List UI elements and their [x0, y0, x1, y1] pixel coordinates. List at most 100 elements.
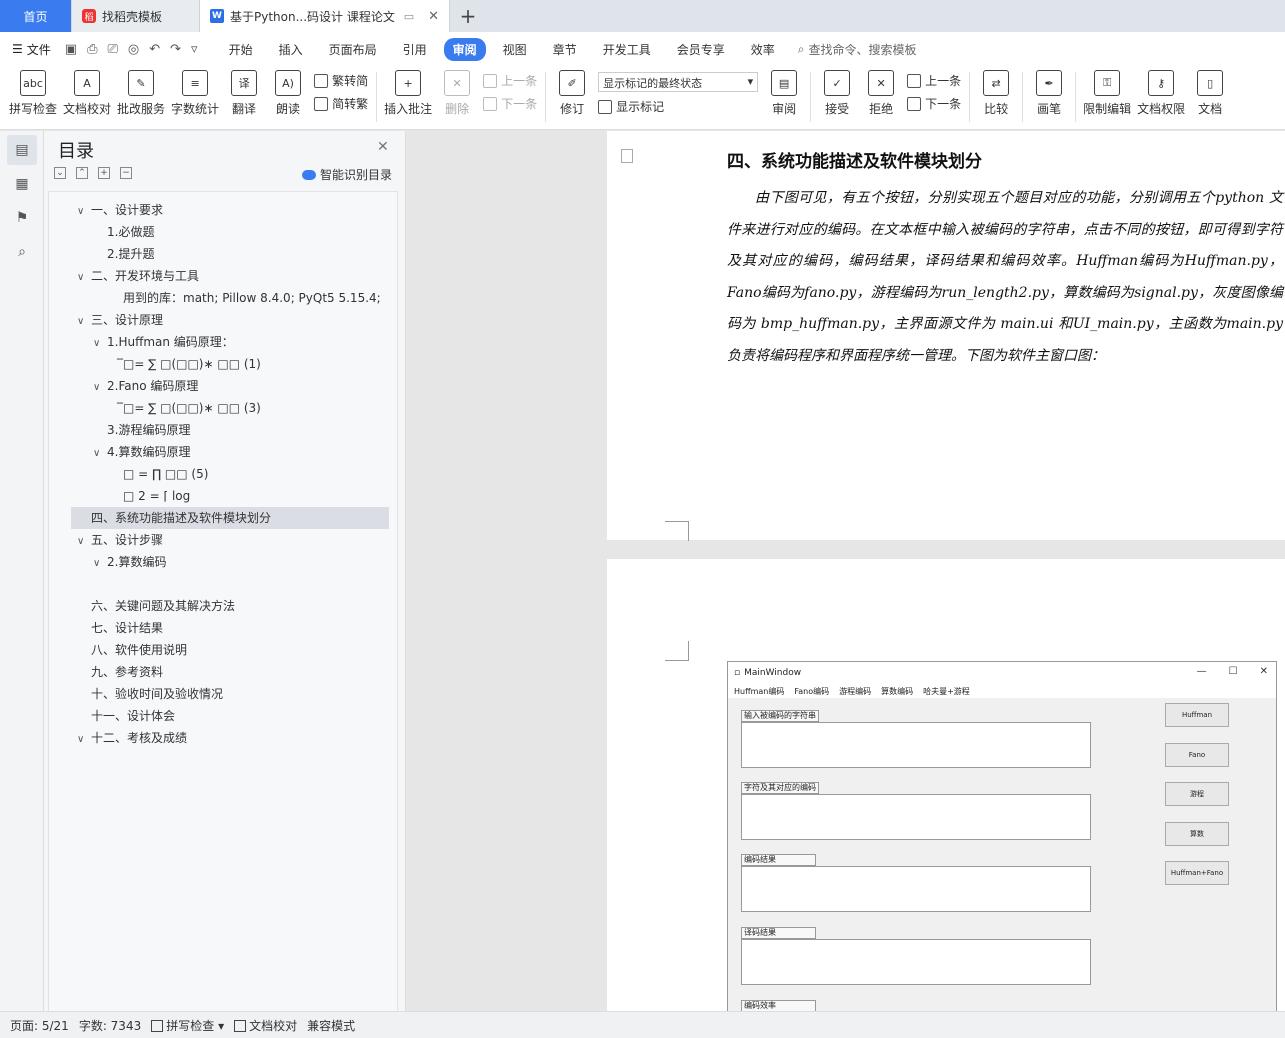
- menu-efficiency[interactable]: 效率: [742, 38, 784, 61]
- document-page[interactable]: ▫ MainWindow — ☐ ✕ Huffman编码 Fano编码 游程编码…: [607, 559, 1285, 1011]
- toc-item[interactable]: ∨ 2.Fano 编码原理: [93, 375, 198, 397]
- toc-item[interactable]: ∨ 五、设计步骤: [77, 529, 163, 551]
- simp-to-trad-button[interactable]: 简转繁: [314, 95, 368, 112]
- command-search[interactable]: ⌕ 查找命令、搜索模板: [798, 41, 917, 58]
- trad-to-simp-button[interactable]: 繁转简: [314, 72, 368, 89]
- close-tab-icon[interactable]: ✕: [428, 9, 439, 24]
- menu-review[interactable]: 审阅: [443, 37, 486, 61]
- read-aloud-button[interactable]: A) 朗读: [266, 66, 310, 117]
- export-icon[interactable]: ⎙: [87, 42, 97, 57]
- add-icon[interactable]: +: [98, 167, 110, 179]
- menu-start[interactable]: 开始: [220, 38, 262, 61]
- doc-permission-button[interactable]: ⚷ 文档权限: [1134, 66, 1188, 117]
- collapse-all-icon[interactable]: ⌄: [54, 167, 66, 179]
- new-tab-button[interactable]: +: [450, 0, 486, 32]
- embedded-screenshot[interactable]: ▫ MainWindow — ☐ ✕ Huffman编码 Fano编码 游程编码…: [727, 661, 1277, 1011]
- redo-icon[interactable]: ↷: [170, 42, 181, 57]
- review-pane-button[interactable]: ▤ 审阅: [762, 66, 806, 117]
- toc-item-selected[interactable]: 四、系统功能描述及软件模块划分: [71, 507, 389, 529]
- prev-change-button[interactable]: 上一条: [907, 72, 961, 89]
- pin-icon[interactable]: ▭: [404, 10, 414, 23]
- tab-template[interactable]: 稻 找稻壳模板: [72, 0, 200, 32]
- page-indicator[interactable]: 页面: 5/21: [10, 1017, 69, 1034]
- spell-check-toggle[interactable]: 拼写检查 ▾: [151, 1017, 224, 1034]
- toc-item[interactable]: ∨ 十二、考核及成绩: [77, 727, 187, 749]
- toc-item-label: 二、开发环境与工具: [91, 269, 200, 283]
- word-count[interactable]: 字数: 7343: [79, 1017, 141, 1034]
- toc-item[interactable]: 2.提升题: [107, 243, 154, 265]
- menu-layout[interactable]: 页面布局: [320, 38, 386, 61]
- restrict-edit-button[interactable]: ⚿ 限制编辑: [1080, 66, 1134, 117]
- screenshot-textbox: [741, 794, 1091, 840]
- save-icon[interactable]: ▣: [65, 42, 77, 57]
- spell-check-button[interactable]: abc 拼写检查: [6, 66, 60, 117]
- menu-chapter[interactable]: 章节: [544, 38, 586, 61]
- toc-item[interactable]: ∨ 三、设计原理: [77, 309, 163, 331]
- toc-item[interactable]: 十一、设计体会: [91, 705, 175, 727]
- screenshot-menu-item: 算数编码: [881, 686, 914, 696]
- toc-item[interactable]: ∨ 1.Huffman 编码原理：: [93, 331, 234, 353]
- review-service-button[interactable]: ✎ 批改服务: [114, 66, 168, 117]
- accept-button[interactable]: ✓ 接受: [815, 66, 859, 117]
- track-changes-button[interactable]: ✐ 修订: [550, 66, 594, 117]
- page-doc-icon[interactable]: [621, 149, 633, 163]
- next-comment-button[interactable]: 下一条: [483, 95, 537, 112]
- tab-home[interactable]: 首页: [0, 0, 72, 32]
- undo-icon[interactable]: ↶: [149, 42, 160, 57]
- preview-icon[interactable]: ◎: [128, 42, 139, 57]
- file-menu[interactable]: ☰ 文件: [12, 41, 51, 58]
- toc-item[interactable]: 用到的库：math; Pillow 8.4.0; PyQt5 5.15.4;: [123, 287, 381, 309]
- command-search-label: 查找命令、搜索模板: [808, 42, 917, 57]
- toc-item[interactable]: □ = ∏ □□ (5): [123, 463, 208, 485]
- expand-all-icon[interactable]: ⌃: [76, 167, 88, 179]
- toc-item[interactable]: ∨ 一、设计要求: [77, 199, 163, 221]
- proofread-toggle[interactable]: 文档校对: [234, 1017, 297, 1034]
- more-icon[interactable]: ▿: [191, 42, 198, 57]
- toc-item[interactable]: 六、关键问题及其解决方法: [91, 595, 235, 617]
- reject-button[interactable]: ✕ 拒绝: [859, 66, 903, 117]
- show-markup-button[interactable]: 显示标记: [598, 98, 758, 115]
- toc-item-label: □ 2 = ⌈ log: [123, 489, 191, 503]
- document-page[interactable]: 四、系统功能描述及软件模块划分 由下图可见，有五个按钮，分别实现五个题目对应的功…: [607, 131, 1285, 541]
- menu-devtools[interactable]: 开发工具: [594, 38, 660, 61]
- smart-toc-button[interactable]: 智能识别目录: [302, 166, 392, 183]
- toc-item-label: ̅□= ∑ □(□□)∗ □□ (3): [123, 401, 261, 415]
- menu-insert[interactable]: 插入: [270, 38, 312, 61]
- docer-logo-icon: 稻: [82, 9, 96, 23]
- next-change-button[interactable]: 下一条: [907, 95, 961, 112]
- toc-item[interactable]: ̅□= ∑ □(□□)∗ □□ (3): [123, 397, 261, 419]
- menu-reference[interactable]: 引用: [394, 38, 436, 61]
- toc-item[interactable]: 十、验收时间及验收情况: [91, 683, 223, 705]
- bookmark-icon[interactable]: ⚑: [7, 203, 37, 233]
- menu-member[interactable]: 会员专享: [668, 38, 734, 61]
- compare-button[interactable]: ⇄ 比较: [974, 66, 1018, 117]
- translate-button[interactable]: 译翻译: [222, 66, 266, 117]
- insert-comment-button[interactable]: + 插入批注: [381, 66, 435, 117]
- prev-comment-button[interactable]: 上一条: [483, 72, 537, 89]
- toc-item[interactable]: 1.必做题: [107, 221, 154, 243]
- toc-item[interactable]: 九、参考资料: [91, 661, 163, 683]
- menu-view[interactable]: 视图: [494, 38, 536, 61]
- toc-item[interactable]: 八、软件使用说明: [91, 639, 187, 661]
- toc-panel-icon[interactable]: ▤: [7, 135, 37, 165]
- document-canvas[interactable]: 四、系统功能描述及软件模块划分 由下图可见，有五个按钮，分别实现五个题目对应的功…: [406, 131, 1285, 1011]
- outline-panel-icon[interactable]: ▦: [7, 169, 37, 199]
- remove-icon[interactable]: −: [120, 167, 132, 179]
- toc-item[interactable]: ∨ 2.算数编码: [93, 551, 166, 573]
- search-icon[interactable]: ⌕: [7, 237, 37, 267]
- toc-item[interactable]: 3.游程编码原理: [107, 419, 190, 441]
- word-count-button[interactable]: ≡ 字数统计: [168, 66, 222, 117]
- proofread-button[interactable]: A 文档校对: [60, 66, 114, 117]
- close-icon[interactable]: ✕: [377, 139, 389, 155]
- pen-button[interactable]: ✒ 画笔: [1027, 66, 1071, 117]
- toc-item[interactable]: ∨ 4.算数编码原理: [93, 441, 190, 463]
- markup-state-select[interactable]: 显示标记的最终状态 ▾: [598, 72, 759, 92]
- print-icon[interactable]: ⎚: [107, 42, 117, 57]
- toc-item[interactable]: 七、设计结果: [91, 617, 163, 639]
- toc-item[interactable]: ∨ 二、开发环境与工具: [77, 265, 199, 287]
- doc-more-button[interactable]: ▯ 文档: [1188, 66, 1232, 117]
- toc-item[interactable]: □ 2 = ⌈ log: [123, 485, 190, 507]
- tab-document[interactable]: W 基于Python...码设计 课程论文 ▭ ✕: [200, 0, 450, 32]
- delete-comment-button[interactable]: ✕ 删除: [435, 66, 479, 117]
- toc-item[interactable]: ̅□= ∑ □(□□)∗ □□ (1): [123, 353, 261, 375]
